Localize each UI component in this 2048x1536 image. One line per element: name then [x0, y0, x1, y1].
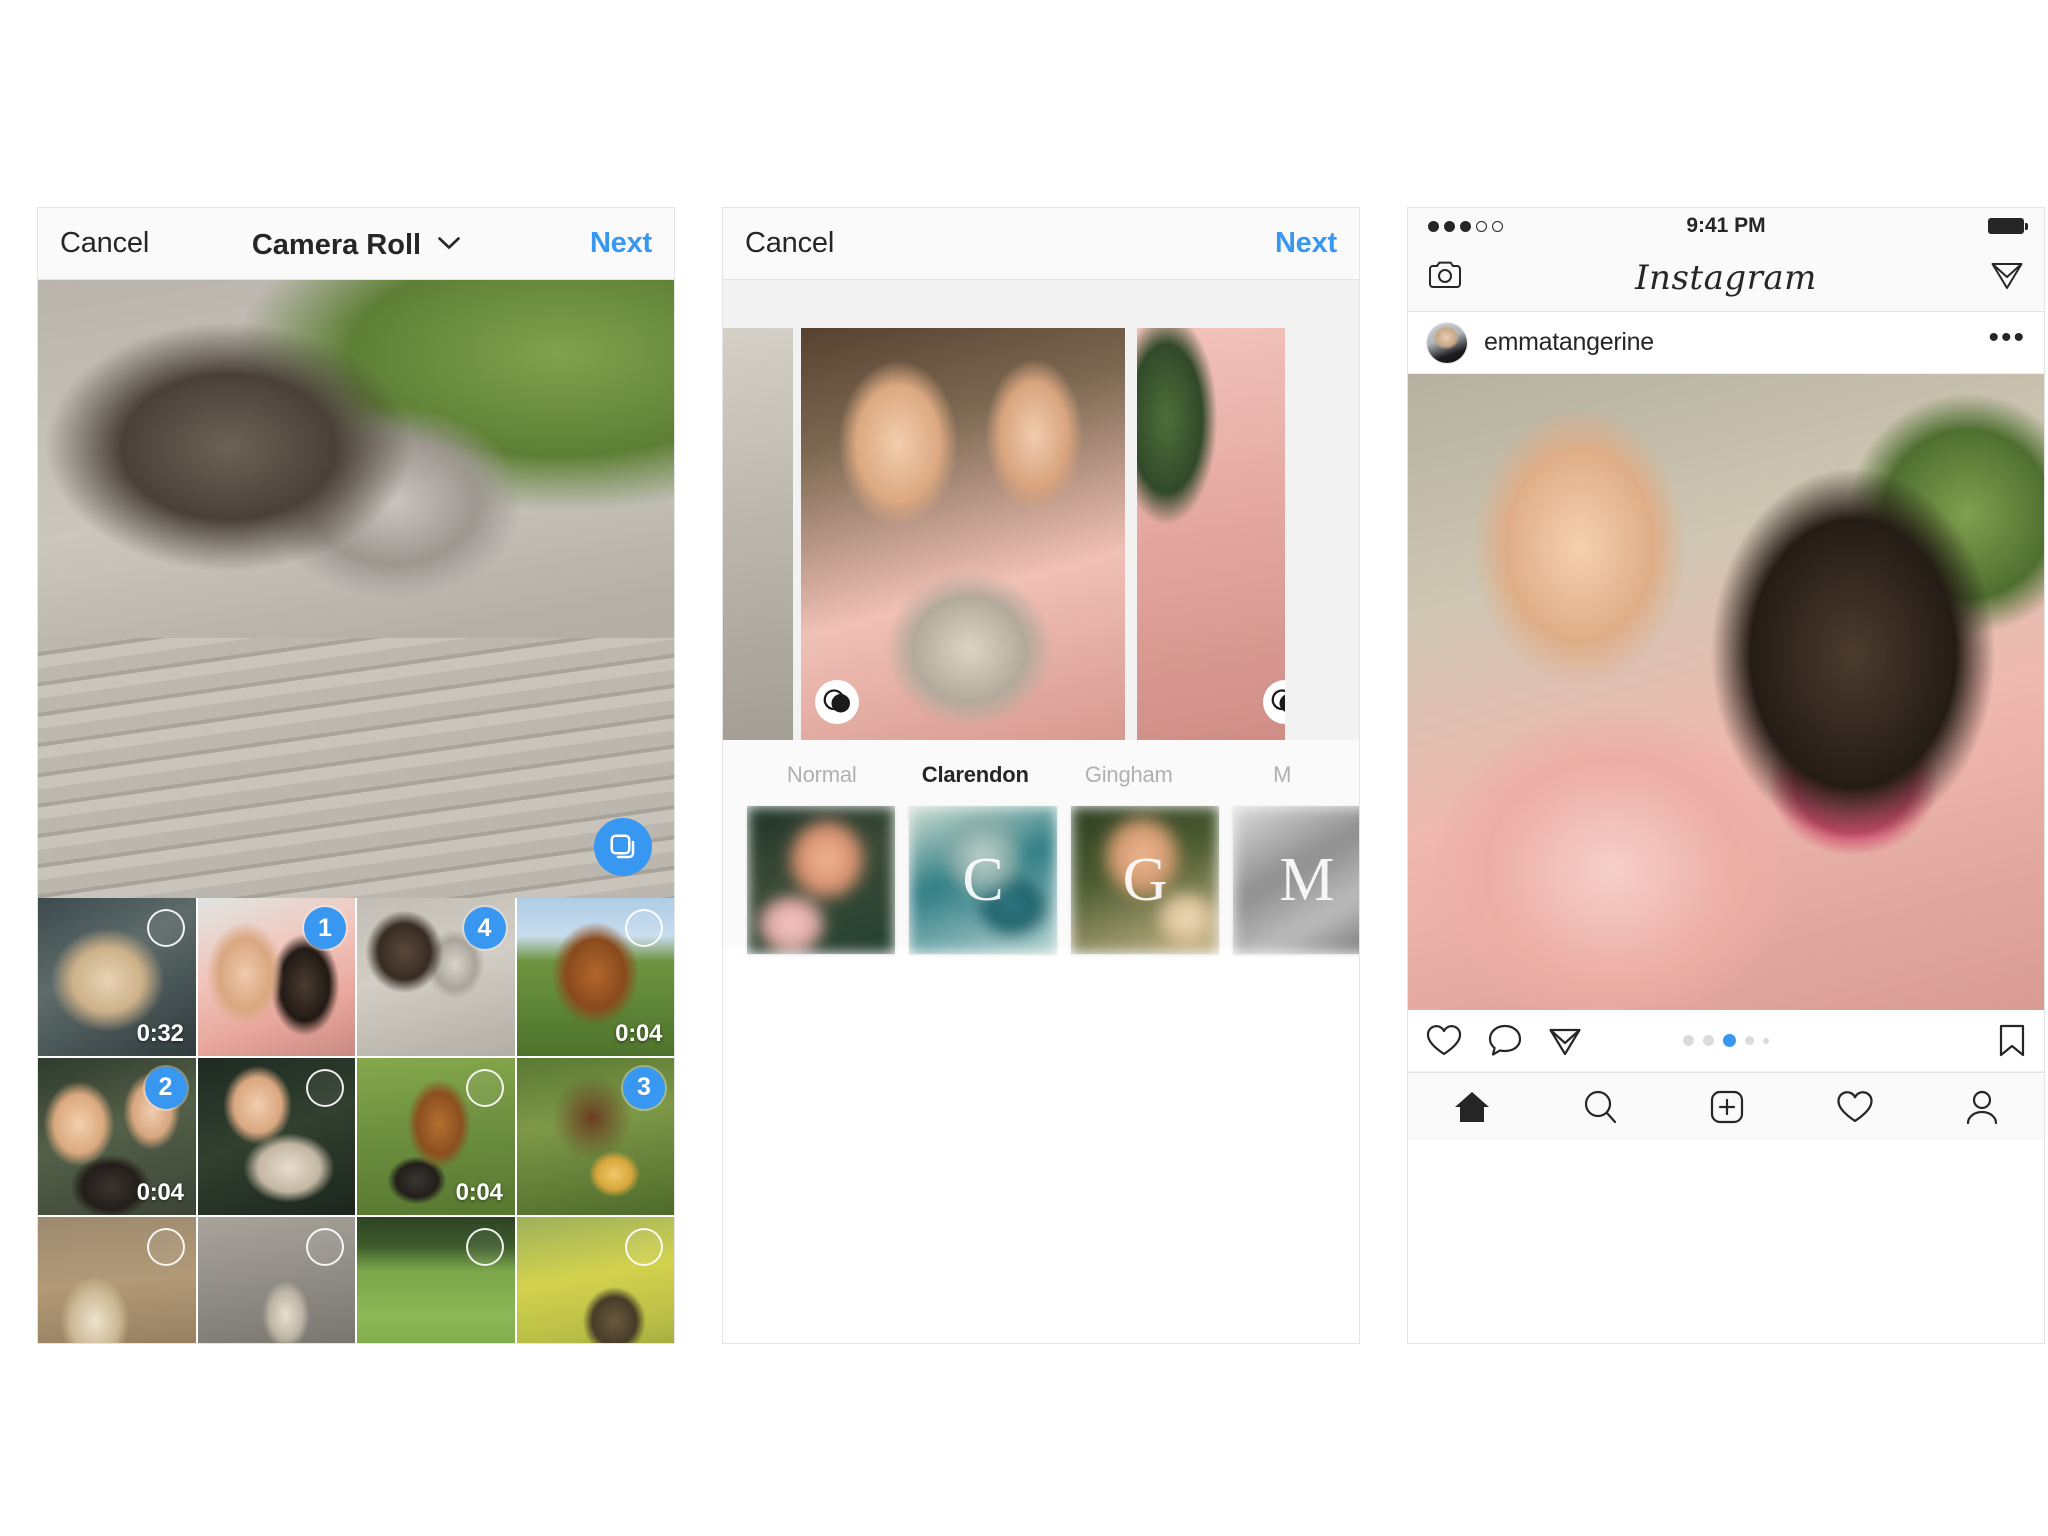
comment-bubble-icon[interactable]	[1488, 1024, 1522, 1057]
home-icon[interactable]	[1453, 1089, 1491, 1125]
picker-thumbnail[interactable]	[516, 1217, 674, 1343]
picker-next-button[interactable]: Next	[590, 227, 652, 260]
picker-thumbnail[interactable]: 0:04	[357, 1057, 515, 1215]
feed-header: Instagram	[1408, 244, 2044, 312]
picker-thumbnail[interactable]: 2 0:04	[38, 1057, 196, 1215]
post-username[interactable]: emmatangerine	[1484, 328, 1654, 357]
picker-thumbnail[interactable]: 0:32	[38, 898, 196, 1056]
adjust-contrast-icon[interactable]	[815, 680, 859, 724]
chevron-down-icon	[438, 225, 460, 258]
post-photo-image	[1408, 374, 2044, 1010]
selection-circle-icon[interactable]	[465, 1228, 504, 1266]
picker-thumbnail[interactable]	[197, 1057, 355, 1215]
heart-icon-activity[interactable]	[1836, 1090, 1874, 1124]
selection-order-badge[interactable]: 4	[463, 907, 506, 949]
selection-order-badge[interactable]: 3	[623, 1066, 665, 1109]
picker-thumbnail[interactable]: 1	[197, 898, 355, 1056]
selection-order-badge[interactable]: 2	[144, 1066, 187, 1109]
selection-circle-icon[interactable]	[306, 1228, 344, 1266]
carousel-photo-previous	[723, 328, 793, 740]
post-photo[interactable]	[1408, 374, 2044, 1010]
filter-thumbnail[interactable]: G	[1071, 806, 1219, 954]
multi-select-stack-icon[interactable]	[594, 818, 652, 876]
carousel-photo-next	[1137, 328, 1285, 740]
picker-thumbnail[interactable]	[357, 1217, 515, 1343]
editor-cancel-button[interactable]: Cancel	[745, 227, 834, 260]
filter-name-label: Normal	[786, 762, 857, 787]
selection-order-badge[interactable]: 1	[304, 907, 346, 949]
filter-name-label: M	[1273, 762, 1292, 787]
picker-thumbnail[interactable]: 3	[516, 1057, 674, 1215]
filter-letter-overlay: M	[1279, 845, 1335, 914]
status-bar: 9:41 PM	[1408, 208, 2044, 244]
editor-carousel[interactable]	[723, 280, 1359, 740]
selection-circle-icon[interactable]	[625, 1228, 663, 1266]
filter-letter-overlay: G	[1122, 845, 1168, 914]
bookmark-icon[interactable]	[1998, 1024, 2026, 1058]
bottom-tab-bar	[1408, 1072, 2044, 1140]
person-icon[interactable]	[1965, 1089, 1999, 1125]
filter-thumbnail[interactable]: C	[909, 806, 1057, 954]
screen-camera-roll-picker: Cancel Camera Roll Next 0:32 1 4 0:04 2 0:04 0…	[37, 207, 675, 1344]
filter-name-label: Clarendon	[921, 762, 1029, 787]
search-icon[interactable]	[1582, 1089, 1618, 1125]
selection-circle-icon[interactable]	[306, 1068, 344, 1107]
video-duration-label: 0:32	[136, 1019, 184, 1047]
selection-circle-icon[interactable]	[146, 909, 185, 947]
selection-circle-icon[interactable]	[625, 909, 663, 947]
picker-thumbnail[interactable]	[38, 1217, 196, 1343]
status-time: 9:41 PM	[1686, 214, 1766, 237]
filter-strip[interactable]: Normal Clarendon Gingham M C G M	[723, 740, 1359, 954]
user-avatar[interactable]	[1426, 321, 1468, 364]
carousel-slide-next[interactable]	[1137, 328, 1285, 740]
filter-letter-overlay: C	[962, 845, 1004, 914]
battery-full-icon	[1988, 218, 2028, 234]
heart-icon[interactable]	[1426, 1024, 1462, 1057]
editor-next-button[interactable]: Next	[1275, 227, 1337, 260]
picker-thumbnail[interactable]: 0:04	[516, 898, 674, 1056]
carousel-slide-current[interactable]	[801, 328, 1125, 740]
carousel-slide-previous[interactable]	[723, 328, 793, 740]
picker-cancel-button[interactable]: Cancel	[60, 227, 149, 260]
picker-photo-grid[interactable]: 0:32 1 4 0:04 2 0:04 0:04 3	[38, 898, 674, 1343]
selection-circle-icon[interactable]	[146, 1228, 185, 1266]
picker-thumbnail[interactable]: 4	[357, 898, 515, 1056]
carousel-photo-current	[801, 328, 1125, 740]
screen-instagram-feed: 9:41 PM Instagram emmatangerine •••	[1407, 207, 2045, 1344]
filter-preview-image	[747, 806, 895, 954]
paper-plane-icon-share[interactable]	[1548, 1025, 1582, 1057]
filter-thumbnail[interactable]: M	[1233, 806, 1359, 954]
picker-navbar: Cancel Camera Roll Next	[38, 208, 674, 280]
filter-thumbnail-row[interactable]: CGM	[723, 806, 1359, 954]
picker-album-label: Camera Roll	[251, 229, 422, 261]
picker-thumbnail[interactable]	[197, 1217, 355, 1343]
video-duration-label: 0:04	[455, 1179, 503, 1206]
picker-preview[interactable]	[38, 280, 674, 898]
filter-thumbnail[interactable]	[747, 806, 895, 954]
post-header: emmatangerine •••	[1408, 312, 2044, 374]
selection-circle-icon[interactable]	[465, 1068, 504, 1107]
more-options-icon[interactable]: •••	[1988, 322, 2026, 353]
video-duration-label: 0:04	[136, 1179, 184, 1206]
preview-photo	[38, 280, 674, 898]
editor-navbar: Cancel Next	[723, 208, 1359, 280]
screen-filter-editor: Cancel Next Normal Clarendon Gingham M C…	[722, 207, 1360, 1344]
video-duration-label: 0:04	[615, 1019, 662, 1047]
post-action-bar	[1408, 1010, 2044, 1072]
instagram-logo: Instagram	[1635, 257, 1817, 298]
filter-name-label: Gingham	[1084, 762, 1173, 787]
plus-square-icon[interactable]	[1709, 1089, 1745, 1125]
filter-name-row: Normal Clarendon Gingham M	[745, 762, 1359, 788]
screenshot-stage: Cancel Camera Roll Next 0:32 1 4 0:04 2 0:04 0…	[0, 0, 2048, 1536]
